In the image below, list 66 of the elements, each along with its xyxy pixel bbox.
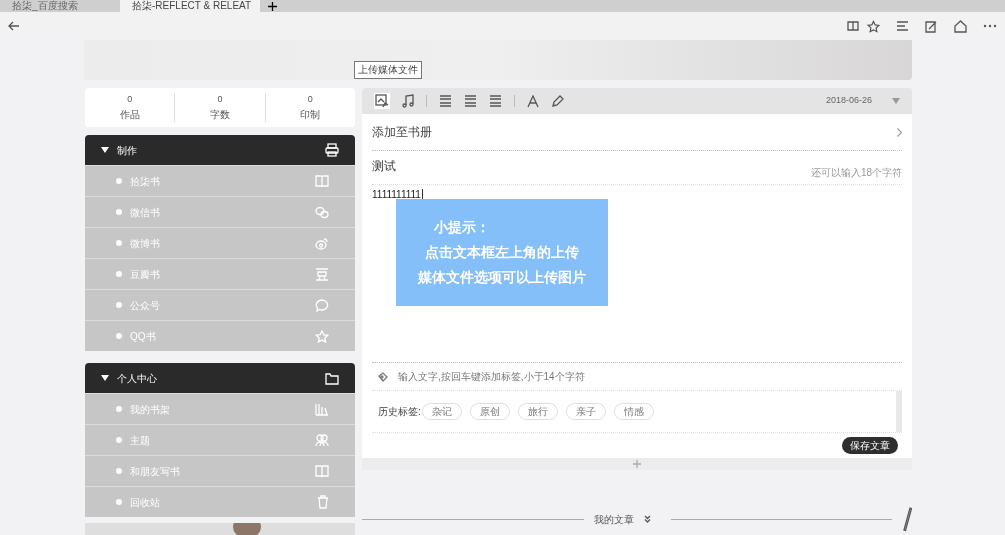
align-left-icon[interactable] [439, 95, 452, 107]
bullet-icon [116, 406, 122, 412]
bookshelf-icon [315, 402, 329, 416]
more-icon[interactable] [983, 24, 997, 28]
book-icon [315, 175, 329, 187]
align-right-icon[interactable] [489, 95, 502, 107]
tag-icon [378, 371, 388, 382]
chat-bubbles-icon [315, 205, 329, 219]
char-hint: 还可以输入18个字符 [810, 166, 902, 180]
trash-icon [317, 495, 329, 509]
section-title: 制作 [117, 143, 138, 158]
browser-tab[interactable]: 拾柒_百度搜索 [0, 0, 120, 12]
bullet-icon [116, 178, 122, 184]
section-header[interactable]: 个人中心 [85, 363, 355, 393]
bullet-icon [116, 468, 122, 474]
stand-icon [315, 267, 329, 281]
bullet-icon [116, 333, 122, 339]
folder-icon [325, 371, 339, 385]
font-icon[interactable] [527, 94, 539, 108]
save-article-button[interactable]: 保存文章 [842, 437, 898, 454]
section-header[interactable]: 制作 [85, 135, 355, 165]
people-icon [315, 433, 329, 447]
date-label: 2018-06-26 [825, 94, 872, 108]
my-articles-label[interactable]: 我的文章 [593, 511, 634, 527]
eye-swirl-icon [315, 236, 329, 250]
tip-text: 媒体文件选项可以上传图片 [418, 268, 586, 287]
stat-value: 0 [307, 93, 313, 107]
chevron-right-icon [897, 127, 902, 137]
align-center-icon[interactable] [464, 95, 477, 107]
bullet-icon [116, 499, 122, 505]
bullet-icon [116, 240, 122, 246]
pen-icon[interactable] [551, 94, 564, 108]
browser-tab[interactable]: 拾柒-REFLECT & RELEAT [120, 0, 260, 12]
printer-icon [325, 143, 339, 157]
book-icon [315, 465, 329, 477]
pencil-icon [902, 506, 912, 532]
new-tab-icon[interactable] [268, 1, 277, 11]
tag-field[interactable]: 输入文字,按回车键添加标签,小于14个字符 [372, 362, 902, 390]
bullet-icon [116, 302, 122, 308]
history-tags-label: 历史标签: [378, 405, 422, 418]
bullet-icon [116, 271, 122, 277]
move-icon [633, 460, 641, 468]
section-title: 个人中心 [117, 371, 158, 386]
stat-label: 字数 [210, 107, 230, 122]
stat-label: 作品 [119, 107, 140, 122]
stat-label: 印制 [300, 107, 321, 122]
note-icon[interactable] [925, 19, 938, 33]
music-note-icon[interactable] [402, 94, 414, 108]
speech-bubble-icon [315, 298, 329, 312]
album-row[interactable]: 添加至书册 [372, 114, 902, 151]
chevrons-down-icon[interactable] [643, 515, 651, 523]
reading-view-icon[interactable] [847, 20, 859, 32]
caret-icon [101, 147, 109, 153]
bullet-icon [116, 209, 122, 215]
star-icon[interactable] [867, 19, 880, 33]
tip-text: 点击文本框左上角的上传 [425, 243, 579, 262]
tooltip: 上传媒体文件 [354, 61, 422, 79]
upload-media-icon[interactable] [374, 93, 390, 109]
title-field[interactable]: 测试 [372, 156, 811, 175]
caret-icon [101, 375, 109, 381]
star-icon [315, 329, 329, 343]
tip-heading: 小提示： [434, 218, 490, 237]
bullet-icon [116, 437, 122, 443]
stat-value: 0 [127, 93, 133, 107]
back-icon[interactable] [8, 21, 20, 31]
stat-value: 0 [217, 93, 223, 107]
